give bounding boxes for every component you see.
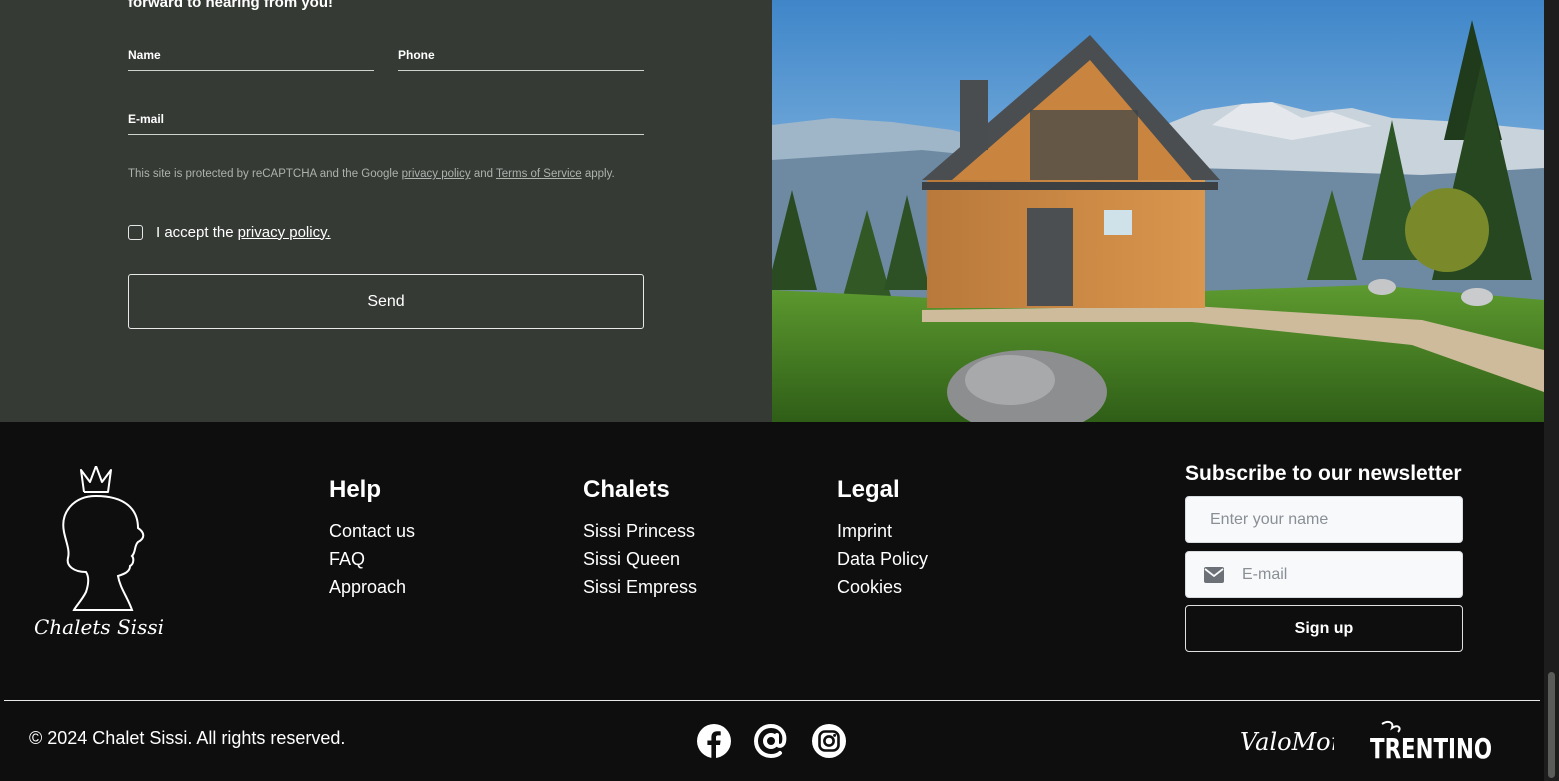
footer-link-imprint[interactable]: Imprint bbox=[837, 517, 928, 545]
site-footer: Chalets Sissi Help Contact us FAQ Approa… bbox=[0, 422, 1544, 781]
instagram-icon[interactable] bbox=[811, 723, 847, 759]
chalets-sissi-logo[interactable]: Chalets Sissi bbox=[34, 465, 164, 642]
footer-link-sissi-princess[interactable]: Sissi Princess bbox=[583, 517, 697, 545]
newsletter-title: Subscribe to our newsletter bbox=[1185, 462, 1462, 485]
footer-link-approach[interactable]: Approach bbox=[329, 573, 415, 601]
footer-link-contact-us[interactable]: Contact us bbox=[329, 517, 415, 545]
phone-label: Phone bbox=[398, 48, 435, 62]
consent-label: I accept the bbox=[156, 223, 234, 241]
newsletter-name-input[interactable]: Enter your name bbox=[1185, 496, 1463, 543]
recaptcha-apply-text: apply. bbox=[584, 168, 615, 180]
footer-col-title: Help bbox=[329, 476, 382, 503]
facebook-icon[interactable] bbox=[696, 723, 732, 759]
recaptcha-notice: This site is protected by reCAPTCHA and … bbox=[128, 168, 615, 180]
consent-privacy-link[interactable]: privacy policy. bbox=[238, 224, 331, 241]
email-field[interactable]: E-mail bbox=[128, 108, 644, 135]
contact-section: forward to hearing from you! Name Phone … bbox=[0, 0, 772, 422]
footer-link-data-policy[interactable]: Data Policy bbox=[837, 545, 928, 573]
send-button[interactable]: Send bbox=[128, 274, 644, 329]
name-field[interactable]: Name bbox=[128, 44, 374, 71]
footer-col-help: Help Contact us FAQ Approach bbox=[329, 476, 415, 601]
footer-col-legal: Legal Imprint Data Policy Cookies bbox=[837, 476, 928, 601]
name-placeholder: Enter your name bbox=[1210, 510, 1329, 528]
recaptcha-and-text: and bbox=[473, 168, 494, 180]
signup-button[interactable]: Sign up bbox=[1185, 605, 1463, 652]
scrollbar-thumb[interactable] bbox=[1548, 672, 1555, 778]
valomon-logo[interactable]: ValoMon bbox=[1240, 724, 1334, 758]
newsletter-form: Subscribe to our newsletter Enter your n… bbox=[1185, 460, 1463, 652]
footer-link-faq[interactable]: FAQ bbox=[329, 545, 415, 573]
recaptcha-terms-link[interactable]: Terms of Service bbox=[496, 168, 582, 180]
chalet-photo bbox=[772, 0, 1544, 422]
at-sign-icon[interactable] bbox=[753, 723, 789, 759]
footer-link-cookies[interactable]: Cookies bbox=[837, 573, 928, 601]
envelope-icon bbox=[1204, 566, 1224, 583]
trentino-logo[interactable]: TRENTINO bbox=[1370, 720, 1494, 764]
phone-field[interactable]: Phone bbox=[398, 44, 644, 71]
footer-link-sissi-queen[interactable]: Sissi Queen bbox=[583, 545, 697, 573]
footer-divider bbox=[4, 700, 1540, 701]
logo-wordmark: Chalets Sissi bbox=[34, 615, 164, 639]
email-label: E-mail bbox=[128, 112, 165, 126]
email-placeholder: E-mail bbox=[1242, 565, 1288, 583]
contact-intro-text: forward to hearing from you! bbox=[128, 0, 334, 11]
page-scrollbar[interactable] bbox=[1544, 0, 1559, 781]
footer-col-title: Chalets bbox=[583, 476, 670, 503]
privacy-checkbox[interactable] bbox=[128, 224, 143, 240]
footer-col-title: Legal bbox=[837, 476, 900, 503]
name-label: Name bbox=[128, 48, 161, 62]
footer-link-sissi-empress[interactable]: Sissi Empress bbox=[583, 573, 697, 601]
recaptcha-text: This site is protected by reCAPTCHA and … bbox=[128, 168, 399, 180]
trentino-wordmark: TRENTINO bbox=[1370, 732, 1492, 764]
privacy-consent: I accept the privacy policy. bbox=[128, 222, 331, 242]
recaptcha-privacy-link[interactable]: privacy policy bbox=[402, 168, 471, 180]
valomon-wordmark: ValoMon bbox=[1240, 728, 1334, 756]
footer-col-chalets: Chalets Sissi Princess Sissi Queen Sissi… bbox=[583, 476, 697, 601]
newsletter-email-input[interactable]: E-mail bbox=[1185, 551, 1463, 598]
copyright-text: © 2024 Chalet Sissi. All rights reserved… bbox=[29, 728, 346, 748]
